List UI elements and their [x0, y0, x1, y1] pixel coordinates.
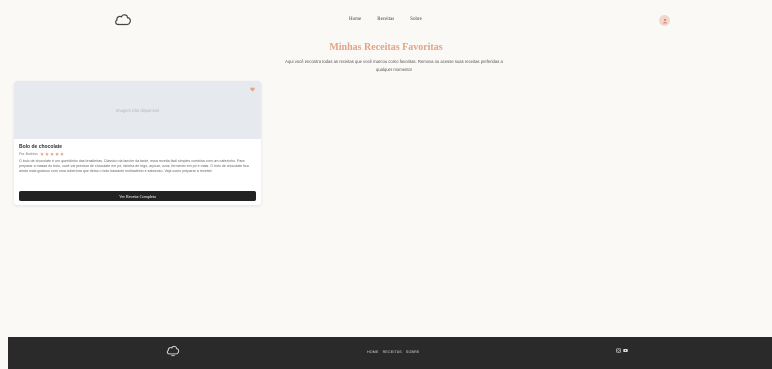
- nav-link-receitas[interactable]: Receitas: [377, 17, 394, 22]
- user-icon: [662, 18, 667, 23]
- footer-nav: HOME RECEITAS SOBRE: [367, 350, 420, 354]
- star-icon: [59, 152, 64, 156]
- main-nav: Home Receitas Sobre: [349, 17, 422, 22]
- site-footer: HOME RECEITAS SOBRE: [8, 337, 772, 369]
- footer-logo-icon[interactable]: [166, 344, 180, 358]
- image-placeholder-text: Imagem não disponível: [115, 107, 160, 113]
- view-recipe-button[interactable]: Ver Receita Completa: [19, 191, 256, 201]
- footer-social-links: [616, 348, 628, 353]
- footer-link-receitas[interactable]: RECEITAS: [383, 350, 402, 354]
- footer-link-sobre[interactable]: SOBRE: [406, 350, 420, 354]
- rating-stars: [39, 152, 64, 156]
- star-icon: [54, 152, 59, 156]
- star-icon: [44, 152, 49, 156]
- heart-icon[interactable]: [250, 87, 255, 92]
- instagram-icon[interactable]: [616, 348, 621, 353]
- user-avatar-button[interactable]: [659, 15, 670, 26]
- nav-link-sobre[interactable]: Sobre: [410, 17, 422, 22]
- star-icon: [39, 152, 44, 156]
- recipe-description: O bolo de chocolate é um queridinho das …: [19, 159, 249, 173]
- page-title: Minhas Receitas Favoritas: [329, 42, 443, 53]
- footer-link-home[interactable]: HOME: [367, 350, 379, 354]
- recipe-card: Imagem não disponível Bolo de chocolate …: [14, 81, 261, 205]
- site-header: Home Receitas Sobre: [0, 0, 772, 38]
- nav-link-home[interactable]: Home: [349, 17, 361, 22]
- recipe-author: Por Bolinho: [19, 152, 38, 156]
- logo-icon[interactable]: [114, 12, 132, 28]
- youtube-icon[interactable]: [623, 348, 628, 353]
- star-icon: [49, 152, 54, 156]
- recipe-image-placeholder: Imagem não disponível: [14, 81, 261, 139]
- page-subtitle: Aqui você encontra todas as receitas que…: [285, 59, 503, 72]
- recipe-meta: Por Bolinho: [19, 152, 64, 156]
- recipe-title: Bolo de chocolate: [19, 144, 63, 150]
